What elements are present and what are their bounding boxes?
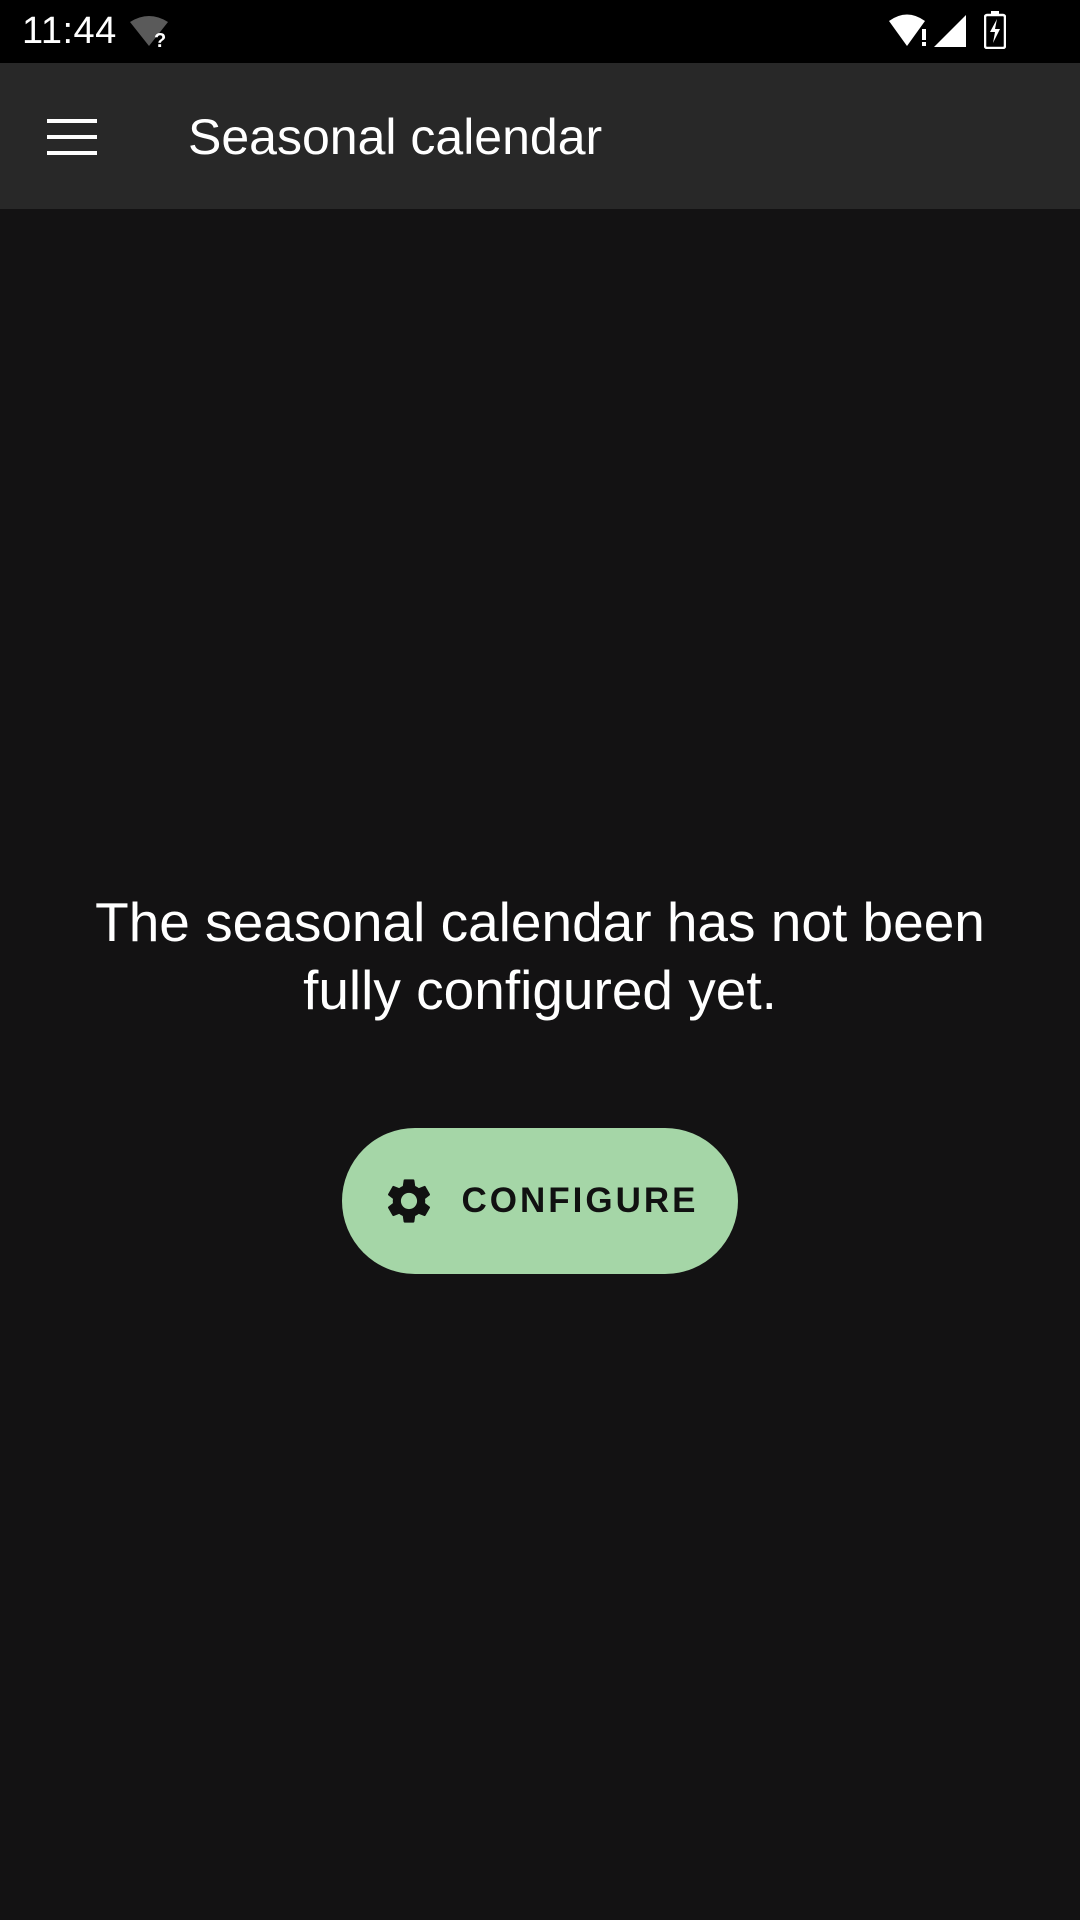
cell-signal-icon [934,15,966,47]
status-bar: 11:44 ? [0,0,1080,63]
wifi-question-icon: ? [130,16,168,48]
battery-charging-icon [984,11,1006,49]
gear-icon [387,1179,430,1223]
app-bar: Seasonal calendar [0,63,1080,209]
not-configured-message: The seasonal calendar has not been fully… [95,891,985,1021]
configure-button[interactable]: CONFIGURE [342,1128,738,1274]
configure-button-label: CONFIGURE [461,1181,699,1220]
hamburger-menu-icon [47,119,97,155]
app-title: Seasonal calendar [188,109,603,165]
screen: 11:44 ? Seasonal calendar The seasonal c… [0,0,1080,1920]
svg-text:?: ? [154,30,166,48]
wifi-alert-icon [889,14,926,46]
status-time: 11:44 [22,10,117,52]
menu-button[interactable] [24,101,120,173]
